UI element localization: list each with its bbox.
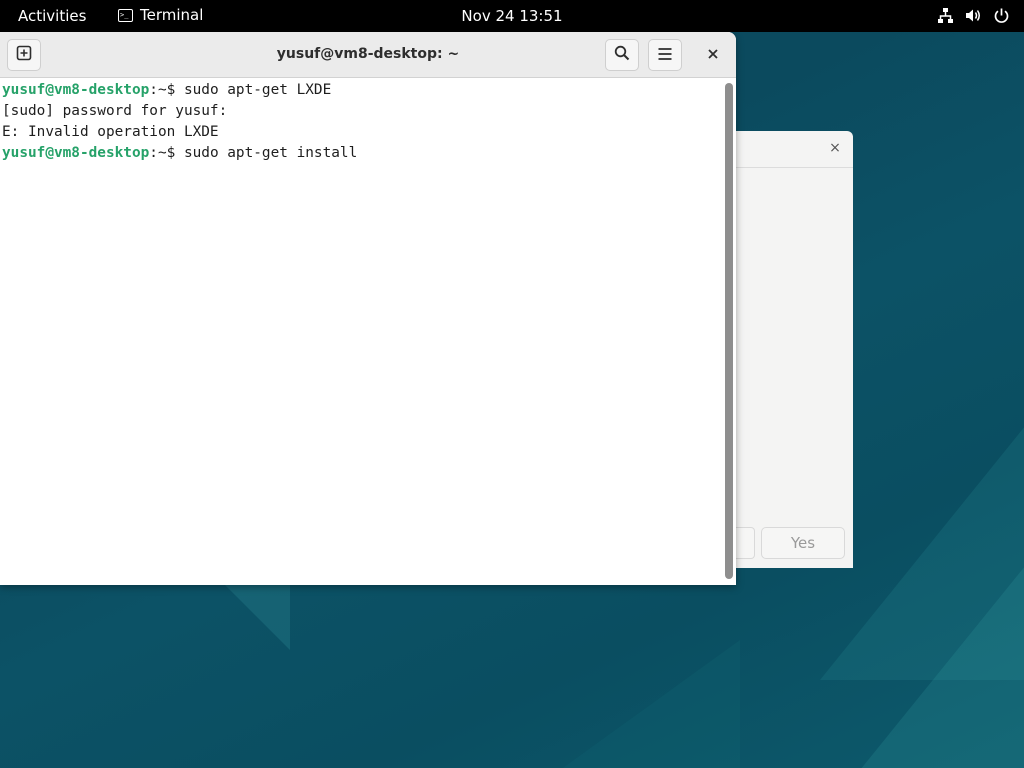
search-button[interactable] [605,39,639,71]
network-icon [936,6,954,24]
terminal-output[interactable]: yusuf@vm8-desktop:~$ sudo apt-get LXDE [s… [0,79,722,585]
activities-button[interactable]: Activities [18,7,86,25]
search-icon [614,45,630,65]
output-text: [sudo] password for yusuf: [2,103,228,119]
wallpaper-shape [860,560,1024,768]
app-menu-label: Terminal [140,6,204,24]
scrollbar-thumb[interactable] [725,83,733,579]
wallpaper-shape [560,640,740,768]
top-bar: Activities >_ Terminal Nov 24 13:51 [0,0,1024,32]
hamburger-menu-icon [657,46,673,65]
terminal-line: yusuf@vm8-desktop:~$ sudo apt-get instal… [2,143,722,164]
terminal-app-icon: >_ [118,8,133,22]
dialog-close-button[interactable]: × [827,140,843,156]
power-icon [992,6,1010,24]
dialog-header: × [736,131,853,168]
dialog-secondary-button[interactable] [736,527,755,559]
close-window-button[interactable] [701,43,725,67]
prompt-user: yusuf@vm8-desktop [2,145,150,161]
output-text: E: Invalid operation LXDE [2,124,219,140]
background-dialog: × Yes [736,131,853,568]
menu-button[interactable] [648,39,682,71]
command-text: sudo apt-get LXDE [183,82,332,98]
prompt-path: :~$ [149,145,184,161]
terminal-line: [sudo] password for yusuf: [2,101,722,122]
wallpaper-shape [220,580,290,650]
terminal-headerbar: yusuf@vm8-desktop: ~ [0,32,736,78]
command-text: sudo apt-get install [183,145,358,161]
terminal-line: yusuf@vm8-desktop:~$ sudo apt-get LXDE [2,80,722,101]
app-menu[interactable]: >_ Terminal [118,6,203,24]
terminal-window: yusuf@vm8-desktop: ~ yusuf@vm8-desktop:~… [0,32,736,585]
prompt-path: :~$ [149,82,184,98]
clock[interactable]: Nov 24 13:51 [461,7,562,25]
system-tray[interactable] [936,6,1010,24]
new-tab-button[interactable] [7,39,41,71]
close-icon [707,46,719,64]
new-tab-icon [16,45,32,65]
dialog-yes-button[interactable]: Yes [761,527,845,559]
volume-icon [964,6,982,24]
scrollbar[interactable] [722,79,736,585]
terminal-line: E: Invalid operation LXDE [2,122,722,143]
prompt-user: yusuf@vm8-desktop [2,82,150,98]
